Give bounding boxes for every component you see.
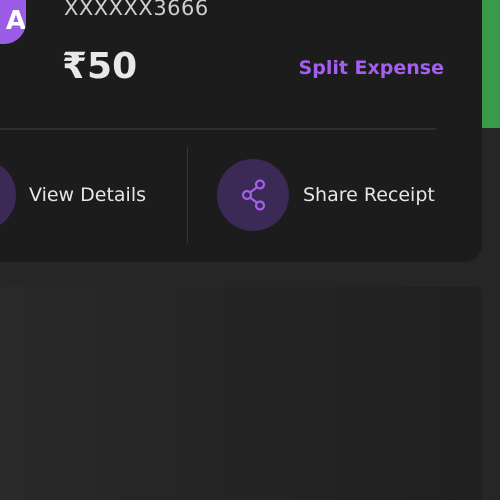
status-strip (482, 0, 500, 128)
next-card (0, 287, 482, 500)
share-icon (241, 179, 266, 211)
account-number: XXXXXX3666 (64, 0, 209, 20)
view-details-label: View Details (29, 184, 146, 206)
avatar-letter: A (5, 6, 26, 36)
view-details-button[interactable]: View Details (0, 159, 164, 233)
view-details-icon-circle (0, 159, 16, 231)
screen: A XXXXXX3666 ₹50 Split Expense View Deta… (0, 0, 500, 500)
action-divider-vertical (187, 147, 188, 243)
share-receipt-icon-circle (217, 159, 289, 231)
share-receipt-button[interactable]: Share Receipt (217, 159, 457, 233)
share-receipt-label: Share Receipt (303, 184, 435, 206)
transaction-amount: ₹50 (62, 46, 138, 87)
split-expense-link[interactable]: Split Expense (299, 57, 444, 79)
card-divider-horizontal (0, 128, 436, 130)
